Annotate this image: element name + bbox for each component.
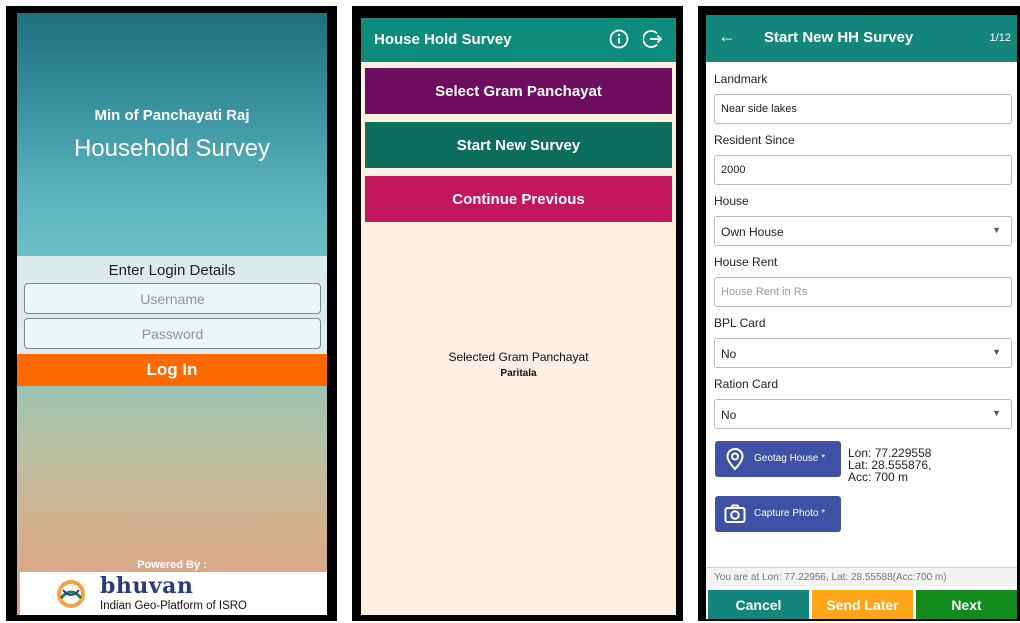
continue-previous-button[interactable]: Continue Previous	[365, 176, 672, 222]
login-phone-frame: Min of Panchayati Raj Household Survey E…	[6, 6, 337, 621]
bpl-card-dropdown[interactable]: No ▼	[714, 338, 1012, 368]
start-new-survey-button[interactable]: Start New Survey	[365, 122, 672, 168]
selected-gp-value: Paritala	[500, 368, 537, 379]
app-title: Household Survey	[73, 135, 271, 162]
login-button[interactable]: Log In	[17, 354, 327, 386]
geotag-coordinates: Lon: 77.229558 Lat: 28.555876, Acc: 700 …	[848, 447, 931, 483]
info-icon[interactable]	[609, 29, 629, 49]
house-rent-label: House Rent	[714, 255, 778, 269]
select-gram-panchayat-button[interactable]: Select Gram Panchayat	[365, 68, 672, 114]
username-input[interactable]	[24, 283, 321, 314]
logout-icon[interactable]	[643, 29, 663, 49]
house-rent-input[interactable]	[714, 277, 1012, 307]
home-phone-frame: House Hold Survey Select Gram Panchayat …	[352, 6, 683, 621]
ration-card-label: Ration Card	[714, 377, 779, 391]
selected-gp-label: Selected Gram Panchayat	[448, 350, 589, 364]
app-bar-title: House Hold Survey	[374, 31, 512, 48]
capture-photo-button[interactable]: Capture Photo *	[715, 496, 841, 532]
chevron-down-icon: ▼	[992, 225, 1001, 235]
survey-screen: ← Start New HH Survey 1/12 Landmark Resi…	[706, 15, 1017, 619]
location-status-bar: You are at Lon: 77.22956, Lat: 28.55588(…	[706, 567, 1017, 587]
camera-icon	[724, 504, 746, 523]
resident-since-label: Resident Since	[714, 133, 795, 147]
bhuvan-logo-banner: bhuvan Indian Geo-Platform of ISRO	[20, 572, 327, 615]
login-panel: Enter Login Details	[17, 256, 327, 354]
login-header: Enter Login Details	[108, 262, 236, 279]
back-arrow-icon[interactable]: ←	[718, 26, 736, 47]
bpl-card-dropdown-value: No	[721, 347, 737, 361]
app-bar: ← Start New HH Survey 1/12	[706, 15, 1017, 62]
bpl-card-label: BPL Card	[714, 316, 766, 330]
geotag-house-button[interactable]: Geotag House *	[715, 441, 841, 477]
send-later-button[interactable]: Send Later	[812, 590, 913, 619]
cancel-button[interactable]: Cancel	[708, 590, 809, 619]
geotag-acc: Acc: 700 m	[848, 470, 909, 484]
next-button[interactable]: Next	[916, 590, 1017, 619]
ration-card-dropdown[interactable]: No ▼	[714, 399, 1012, 429]
bhuvan-logo-text: bhuvan	[100, 573, 194, 599]
chevron-down-icon: ▼	[992, 408, 1001, 418]
geotag-house-label: Geotag House *	[754, 453, 826, 464]
house-dropdown-value: Own House	[721, 225, 784, 239]
app-bar: House Hold Survey	[361, 18, 676, 62]
page-indicator: 1/12	[989, 32, 1011, 44]
app-bar-title: Start New HH Survey	[764, 29, 914, 46]
ration-card-dropdown-value: No	[721, 408, 737, 422]
home-screen: House Hold Survey Select Gram Panchayat …	[361, 18, 676, 615]
landmark-input[interactable]	[714, 94, 1012, 124]
org-name: Min of Panchayati Raj	[94, 107, 250, 124]
logo-tagline: Indian Geo-Platform of ISRO	[100, 600, 248, 612]
chevron-down-icon: ▼	[992, 347, 1001, 357]
landmark-label: Landmark	[714, 72, 768, 86]
location-status-text: You are at Lon: 77.22956, Lat: 28.55588(…	[714, 572, 947, 583]
password-input[interactable]	[24, 318, 321, 349]
powered-by-label: Powered By :	[137, 559, 207, 571]
login-screen: Min of Panchayati Raj Household Survey E…	[17, 13, 327, 615]
house-label: House	[714, 194, 749, 208]
survey-phone-frame: ← Start New HH Survey 1/12 Landmark Resi…	[698, 6, 1020, 621]
resident-since-input[interactable]	[714, 155, 1012, 185]
capture-photo-label: Capture Photo *	[754, 508, 826, 519]
house-dropdown[interactable]: Own House ▼	[714, 216, 1012, 246]
location-pin-icon	[726, 447, 744, 471]
isro-emblem-icon	[57, 580, 85, 608]
